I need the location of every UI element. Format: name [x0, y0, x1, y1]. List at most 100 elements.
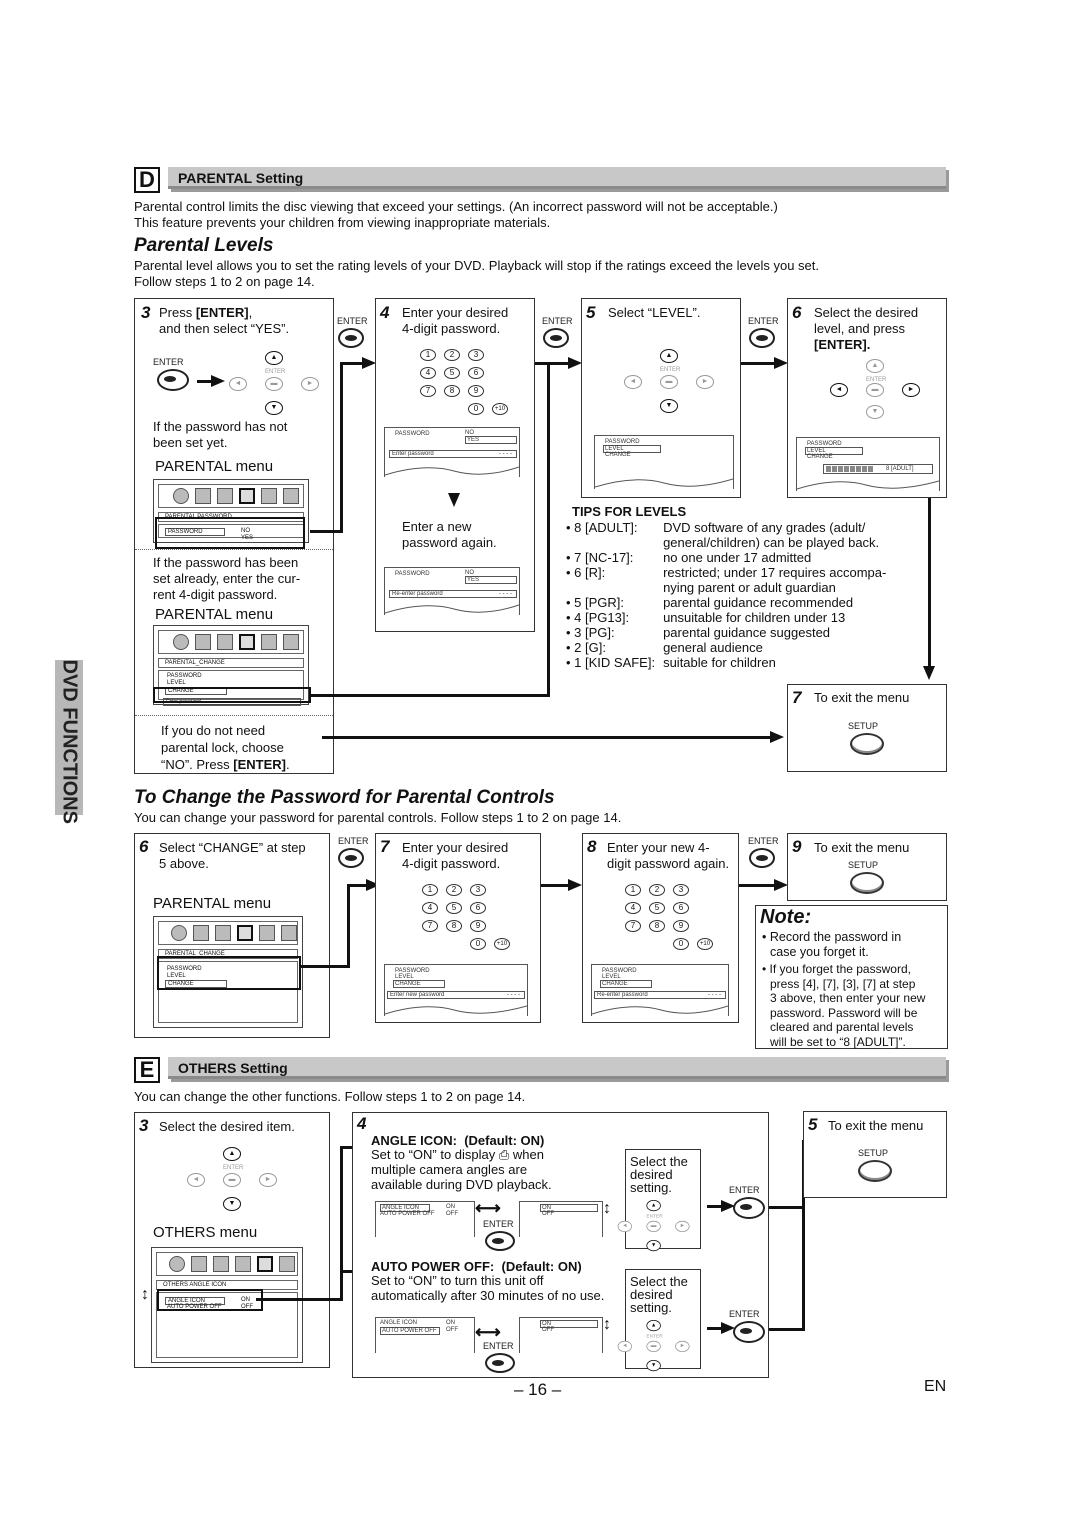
display-icon: [195, 634, 211, 650]
levels-line-1: Parental level allows you to set the rat…: [134, 258, 820, 273]
key-7: 7: [422, 920, 438, 932]
enter-button-icon: [733, 1321, 765, 1343]
change-step8-number: 8: [587, 837, 597, 856]
heading-parental-levels: Parental Levels: [134, 235, 274, 256]
levels-line-2: Follow steps 1 to 2 on page 14.: [134, 274, 315, 289]
tips-level: • 3 [PG]:: [566, 625, 615, 640]
change-step9-line1: To exit the menu: [814, 840, 910, 855]
section-letter-e: E: [134, 1057, 160, 1083]
tips-level: • 6 [R]:: [566, 565, 606, 580]
step3-number: 3: [141, 303, 151, 322]
osd-label: PASSWORD: [395, 571, 430, 577]
double-arrow-icon: ⟷: [475, 1198, 501, 1218]
osd-option: OFF: [542, 1327, 554, 1333]
setup-button-icon: [850, 872, 884, 894]
parental-menu-label-1: PARENTAL menu: [155, 458, 274, 475]
tips-description: parental guidance suggested: [663, 625, 831, 640]
down-key-icon: ▼: [646, 1240, 661, 1252]
connector: [340, 362, 343, 533]
change-step6-line1: Select “CHANGE” at step: [159, 840, 306, 855]
right-key-icon: ►: [696, 375, 714, 389]
left-key-icon: ◄: [830, 383, 848, 397]
down-key-icon: ▼: [660, 399, 678, 413]
key-4: 4: [625, 902, 641, 914]
set-already-line3: rent 4-digit password.: [153, 587, 278, 602]
others-icon: [259, 925, 275, 941]
tips-description: general audience: [663, 640, 763, 655]
connector: [340, 362, 362, 365]
setup-button-icon: [850, 733, 884, 755]
note-bullet-2: • If you forget the password, press [4],…: [762, 962, 926, 1049]
intro-line-1: Parental control limits the disc viewing…: [134, 199, 778, 214]
tips-level: • 7 [NC-17]:: [566, 550, 634, 565]
others-intro: You can change the other functions. Foll…: [134, 1089, 526, 1104]
osd-item: CHANGE: [807, 454, 833, 460]
up-key-icon: ▲: [660, 349, 678, 363]
arrow-down-icon: [448, 493, 460, 507]
connector: [310, 694, 550, 697]
key-0: 0: [468, 403, 484, 415]
tips-row: • 4 [PG13]: unsuitable for children under…: [566, 610, 886, 625]
again-line2: password again.: [402, 535, 497, 550]
left-key-icon: ◄: [229, 377, 247, 391]
highlight-frame: [153, 687, 311, 703]
up-key-icon: ▲: [646, 1200, 661, 1212]
osd-value: ON: [446, 1204, 455, 1210]
connector: [541, 884, 569, 887]
parental-menu-label-2: PARENTAL menu: [155, 606, 274, 623]
key-2: 2: [446, 884, 462, 896]
enter-label: ENTER: [729, 1309, 760, 1319]
enter-button-icon: [485, 1353, 515, 1373]
key-6: 6: [468, 367, 484, 379]
up-key-icon: ▲: [646, 1320, 661, 1332]
again-line1: Enter a new: [402, 519, 472, 534]
arrow-right-icon: [774, 357, 788, 369]
connector: [535, 362, 569, 365]
right-key-icon: ►: [675, 1220, 690, 1232]
step3-line1: Press [ENTER],: [159, 305, 253, 320]
set-already-line2: set already, enter the cur-: [153, 571, 301, 586]
connector: [347, 884, 350, 968]
key-1: 1: [422, 884, 438, 896]
osd-option: OFF: [542, 1211, 554, 1217]
lock-icon: [239, 488, 255, 504]
key-7: 7: [420, 385, 436, 397]
note-box: Note: • Record the password in case you …: [755, 905, 948, 1049]
arrow-right-icon: [568, 879, 582, 891]
key-1: 1: [420, 349, 436, 361]
enter-button-icon: [749, 848, 775, 868]
level-bar-fill: [826, 466, 874, 472]
key-2: 2: [444, 349, 460, 361]
others-step5-line1: To exit the menu: [828, 1118, 924, 1133]
tips-row: • 3 [PG]: parental guidance suggested: [566, 625, 886, 640]
connector: [310, 530, 342, 533]
level-bar: 8 [ADULT]: [823, 464, 933, 474]
parental-menu-label-3: PARENTAL menu: [153, 895, 272, 912]
step4-number: 4: [380, 303, 390, 322]
key-6: 6: [470, 902, 486, 914]
change-intro: You can change your password for parenta…: [134, 810, 622, 825]
dpad-icon: ▲ ENTER ◄ ▬ ► ▼: [227, 351, 323, 419]
menu-icons: [158, 484, 304, 508]
step4-line1: Enter your desired: [402, 305, 509, 320]
tips-table: • 8 [ADULT]: DVD software of any grades (…: [566, 520, 886, 670]
torn-edge: [385, 466, 519, 477]
enter-key-icon: ▬: [660, 375, 678, 389]
audio-icon: [215, 925, 231, 941]
camera-icon: ⎙: [498, 1147, 510, 1162]
key-4: 4: [422, 902, 438, 914]
tips-row: • 8 [ADULT]: DVD software of any grades (…: [566, 520, 886, 550]
arrow-shaft: [197, 380, 213, 383]
osd-item-selected: CHANGE: [393, 980, 445, 988]
lock-icon: [237, 925, 253, 941]
change-step7-line2: 4-digit password.: [402, 856, 501, 871]
enter-label: ENTER: [542, 316, 573, 326]
osd-apo-before: ANGLE ICON AUTO POWER OFF ON OFF: [375, 1317, 475, 1353]
language-icon: [173, 634, 189, 650]
change-step9-box: 9 To exit the menu SETUP: [787, 833, 947, 901]
language-code: EN: [924, 1378, 947, 1395]
osd-apo-after: ON OFF: [519, 1317, 603, 1353]
enter-button-icon: [338, 848, 364, 868]
change-step6-number: 6: [139, 837, 149, 856]
connector: [741, 362, 775, 365]
